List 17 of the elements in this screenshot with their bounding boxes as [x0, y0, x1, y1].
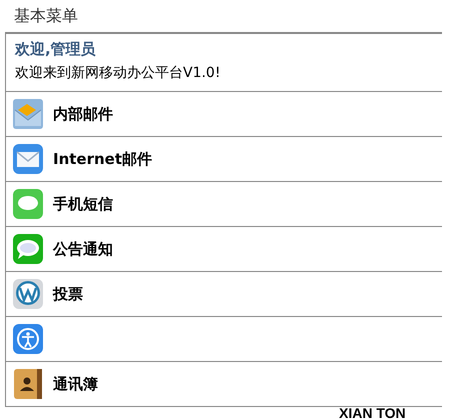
- speech-bubble-icon: [12, 233, 44, 265]
- accessibility-icon: [12, 323, 44, 355]
- welcome-greeting: 欢迎,管理员: [15, 39, 97, 60]
- welcome-message: 欢迎来到新网移动办公平台V1.0!: [15, 64, 222, 83]
- envelope-icon: [12, 98, 44, 130]
- mail-icon: [12, 143, 44, 175]
- menu-item[interactable]: 内部邮件: [6, 92, 442, 137]
- menu-item[interactable]: 公告通知: [6, 227, 442, 272]
- wordpress-icon: [12, 278, 44, 310]
- contacts-book-icon: [12, 368, 44, 400]
- menu-item[interactable]: Internet邮件: [6, 137, 442, 182]
- menu-title: 基本菜单: [14, 5, 78, 27]
- footer-text: XIAN TON: [339, 406, 406, 420]
- menu-item[interactable]: 通讯簿: [6, 362, 442, 407]
- speech-bubble-icon: [12, 188, 44, 220]
- menu-item[interactable]: 投票: [6, 272, 442, 317]
- menu-item[interactable]: 手机短信: [6, 182, 442, 227]
